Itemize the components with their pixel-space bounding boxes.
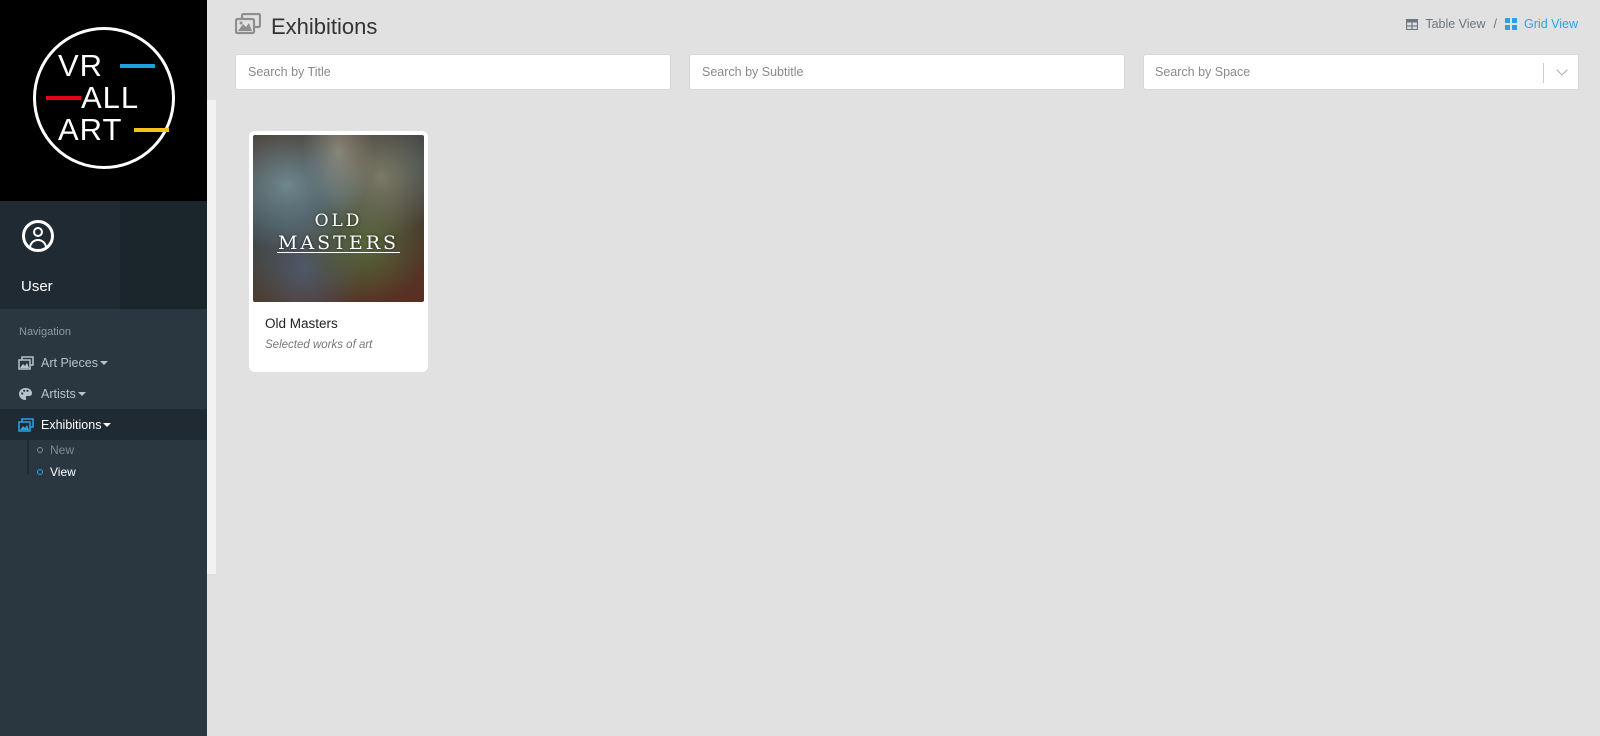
image-text-line1: OLD [314, 211, 363, 231]
search-space-select[interactable]: Search by Space [1143, 54, 1579, 90]
sidebar: VR ALL ART User Navigation Art Pieces Ar… [0, 0, 207, 736]
logo-text-line3: ART [58, 112, 123, 147]
user-circle-icon[interactable] [22, 220, 54, 252]
submenu-line [27, 438, 29, 475]
caret-down-icon [77, 391, 86, 396]
submenu-item-label: View [50, 465, 76, 479]
exhibition-card[interactable]: OLD MASTERS Old Masters Selected works o… [249, 131, 428, 372]
submenu-item-new[interactable]: New [37, 443, 74, 457]
page-title: Exhibitions [271, 13, 378, 39]
sidebar-item-exhibitions[interactable]: Exhibitions [0, 409, 207, 440]
logo-bar-blue [120, 64, 155, 68]
sidebar-item-label: Artists [41, 386, 76, 401]
page-header: Exhibitions [234, 12, 378, 40]
select-divider [1543, 63, 1544, 83]
search-subtitle-input[interactable] [689, 54, 1125, 90]
select-placeholder: Search by Space [1155, 65, 1251, 79]
circle-icon [37, 469, 43, 475]
logo-text-line2: ALL [81, 80, 140, 115]
sidebar-item-label: Exhibitions [41, 417, 102, 432]
sidebar-item-artists[interactable]: Artists [0, 378, 207, 409]
logo[interactable]: VR ALL ART [0, 0, 207, 201]
user-name: User [21, 278, 53, 295]
circle-icon [37, 447, 43, 453]
search-title-input[interactable] [235, 54, 671, 90]
breadcrumb-separator: / [1493, 17, 1498, 31]
view-toggle: Table View / Grid View [1406, 17, 1578, 31]
palette-icon [18, 387, 34, 401]
caret-down-icon [99, 360, 108, 365]
logo-bar-red [46, 96, 81, 100]
gallery-icon [234, 12, 262, 40]
image-text-line2: MASTERS [277, 232, 400, 254]
chevron-down-icon[interactable] [1556, 64, 1568, 76]
sidebar-item-art-pieces[interactable]: Art Pieces [0, 347, 207, 378]
exhibition-image: OLD MASTERS [253, 135, 424, 302]
card-title: Old Masters [265, 316, 338, 331]
sidebar-item-label: Art Pieces [41, 355, 98, 370]
content-edge [207, 100, 216, 574]
images-icon [18, 355, 34, 370]
grid-view-label: Grid View [1524, 17, 1578, 31]
table-view-link[interactable]: Table View [1406, 17, 1486, 31]
table-icon [1406, 18, 1419, 30]
submenu-item-label: New [50, 443, 75, 457]
card-subtitle: Selected works of art [265, 339, 373, 351]
caret-down-icon [103, 422, 112, 427]
image-rule [277, 252, 400, 253]
user-panel: User [0, 201, 207, 309]
gallery-icon [18, 417, 34, 432]
logo-text-line1: VR [58, 48, 104, 83]
grid-icon [1505, 18, 1518, 30]
submenu-item-view[interactable]: View [37, 465, 76, 479]
table-view-label: Table View [1425, 17, 1486, 31]
grid-view-link[interactable]: Grid View [1505, 17, 1578, 31]
logo-bar-yellow [134, 128, 169, 132]
nav-header: Navigation [19, 326, 71, 338]
